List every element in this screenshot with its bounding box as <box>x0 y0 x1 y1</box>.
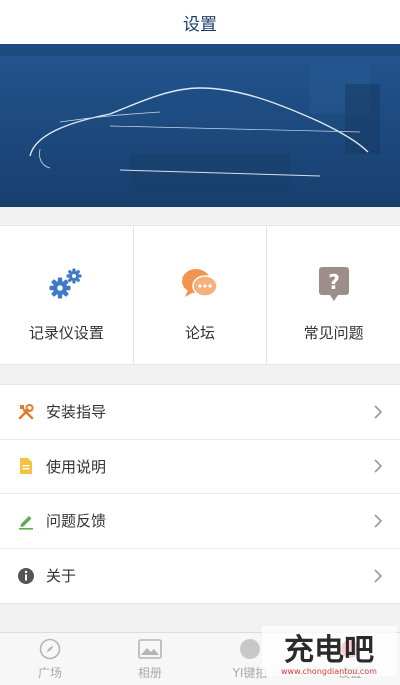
list-item-user-manual[interactable]: 使用说明 <box>0 440 400 494</box>
page-title: 设置 <box>183 14 217 35</box>
list-item-label: 安装指导 <box>46 403 107 422</box>
tab-settings[interactable]: 设置 <box>300 633 400 685</box>
chevron-right-icon <box>374 514 383 528</box>
chevron-right-icon <box>374 569 383 583</box>
tab-label: 相册 <box>137 666 162 680</box>
list-item-label: 问题反馈 <box>46 512 107 531</box>
grid-item-recorder-settings[interactable]: 记录仪设置 <box>0 226 134 364</box>
tab-yi-snap[interactable]: YI键拍 <box>200 633 300 685</box>
image-icon <box>137 637 163 661</box>
grid-item-faq[interactable]: ? 常见问题 <box>267 226 400 364</box>
list-item-about[interactable]: 关于 <box>0 549 400 604</box>
svg-text:?: ? <box>328 270 340 294</box>
grid-item-label: 论坛 <box>185 324 216 342</box>
tab-label: YI键拍 <box>232 666 268 680</box>
grid-item-label: 记录仪设置 <box>28 324 104 342</box>
gears-icon <box>46 264 86 304</box>
settings-icon <box>337 637 363 661</box>
car-outline-illustration <box>0 44 400 207</box>
compass-icon <box>37 637 63 661</box>
car-banner <box>0 44 400 207</box>
info-icon <box>16 566 36 586</box>
tools-icon <box>16 402 36 422</box>
question-icon: ? <box>314 264 354 304</box>
chevron-right-icon <box>374 459 383 473</box>
grid-item-label: 常见问题 <box>303 324 364 342</box>
list-item-feedback[interactable]: 问题反馈 <box>0 494 400 549</box>
bottom-tab-bar: 广场 相册 YI键拍 设置 <box>0 632 400 685</box>
list-item-install-guide[interactable]: 安装指导 <box>0 385 400 440</box>
list-item-label: 关于 <box>46 567 77 586</box>
pencil-icon <box>16 511 36 531</box>
tab-plaza[interactable]: 广场 <box>0 633 100 685</box>
document-icon <box>16 456 36 476</box>
feature-grid: 记录仪设置 论坛 ? 常见问题 <box>0 225 400 365</box>
tab-label: 广场 <box>37 666 62 680</box>
settings-list: 安装指导 使用说明 问题反馈 关于 <box>0 384 400 604</box>
top-bar: 设置 <box>0 0 400 44</box>
tab-label: 设置 <box>337 666 362 680</box>
circle-icon <box>237 637 263 661</box>
tab-album[interactable]: 相册 <box>100 633 200 685</box>
grid-item-forum[interactable]: 论坛 <box>134 226 268 364</box>
list-item-label: 使用说明 <box>46 457 107 476</box>
chat-bubbles-icon <box>180 264 220 304</box>
chevron-right-icon <box>374 405 383 419</box>
